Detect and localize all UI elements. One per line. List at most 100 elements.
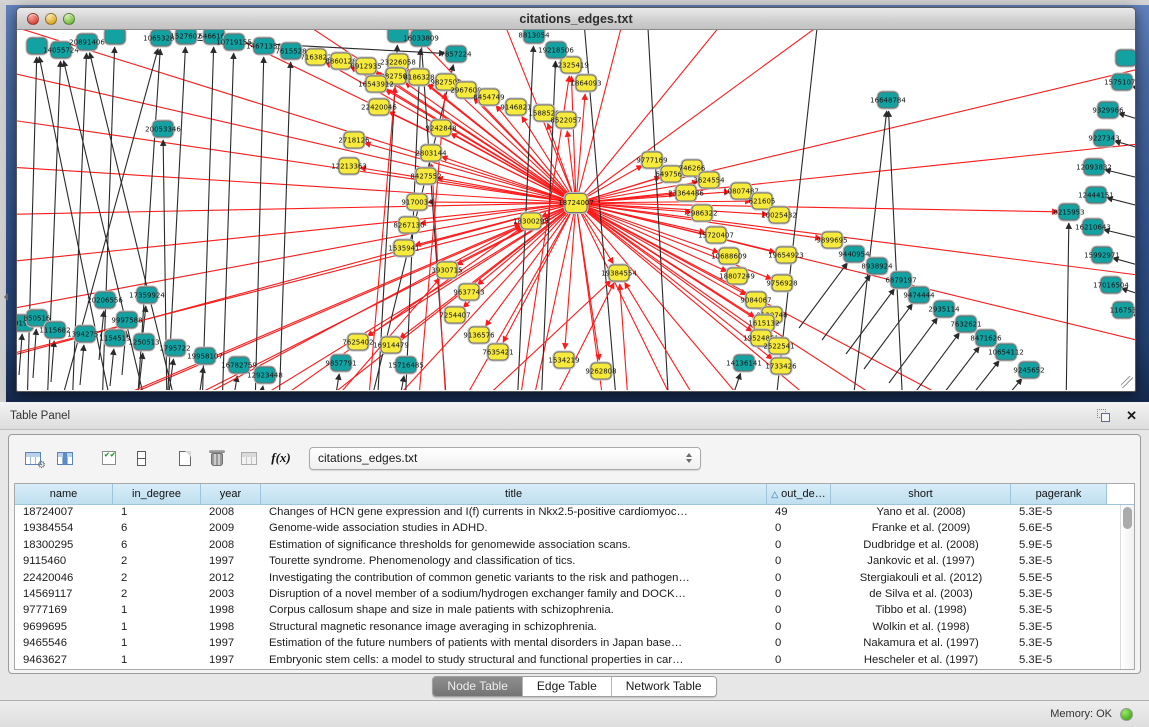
graph-node[interactable]: 9227343 — [1094, 130, 1115, 147]
graph-node[interactable]: 9084067 — [746, 292, 767, 309]
column-header-in_degree[interactable]: in_degree — [113, 484, 201, 504]
graph-node[interactable]: 12213363 — [339, 158, 360, 175]
graph-node[interactable]: 18300295 — [521, 213, 542, 230]
graph-node[interactable]: 9997588 — [117, 312, 138, 329]
graph-node[interactable]: 9440954 — [844, 246, 865, 263]
column-header-year[interactable]: year — [201, 484, 261, 504]
graph-node[interactable]: 2986322 — [692, 205, 713, 222]
table-row[interactable]: 1830029562008Estimation of significance … — [15, 538, 1134, 554]
graph-node[interactable]: 8522057 — [556, 112, 577, 129]
table-row[interactable]: 1872400712008Changes of HCN gene express… — [15, 505, 1134, 521]
graph-node[interactable]: 15751074 — [1112, 74, 1133, 91]
graph-node[interactable]: 23364486 — [676, 185, 697, 202]
graph-node[interactable]: 12444151 — [1086, 187, 1107, 204]
tab-network-table[interactable]: Network Table — [611, 677, 716, 696]
table-row[interactable]: 946362711997Embryonic stem cells: a mode… — [15, 653, 1134, 669]
table-row[interactable]: 911546021997Tourette syndrome. Phenomeno… — [15, 554, 1134, 570]
import-table-button[interactable] — [235, 444, 263, 472]
graph-node[interactable]: 13942757 — [75, 326, 96, 343]
graph-node[interactable]: 22420046 — [369, 99, 390, 116]
graph-node[interactable]: 7254407 — [445, 307, 466, 324]
graph-node[interactable]: 20206556 — [95, 292, 116, 309]
graph-node[interactable]: 1864093 — [576, 75, 597, 92]
graph-node[interactable]: 10688609 — [719, 248, 740, 265]
graph-node[interactable]: 9827505 — [386, 68, 407, 85]
graph-node[interactable] — [105, 30, 126, 45]
graph-node[interactable]: 2718126 — [344, 132, 365, 149]
scrollbar-thumb[interactable] — [1123, 507, 1132, 529]
graph-node[interactable]: 12325419 — [561, 57, 582, 74]
new-table-button[interactable] — [171, 444, 199, 472]
graph-node[interactable]: 19654923 — [776, 247, 797, 264]
graph-node[interactable]: 9242848 — [431, 120, 452, 137]
column-header-short[interactable]: short — [831, 484, 1011, 504]
graph-node[interactable]: 15716485 — [396, 357, 417, 374]
graph-node[interactable]: 9899695 — [822, 232, 843, 249]
graph-node[interactable]: 1733426 — [771, 358, 792, 375]
graph-node[interactable]: 19218506 — [546, 42, 567, 59]
graph-node[interactable]: 2803144 — [421, 145, 442, 162]
graph-node[interactable]: 15992971 — [1092, 247, 1113, 264]
graph-node[interactable]: 9756928 — [772, 275, 793, 292]
graph-node[interactable]: 8215953 — [1059, 204, 1080, 221]
float-panel-icon[interactable] — [1097, 409, 1110, 422]
graph-node[interactable]: 16782759 — [229, 357, 250, 374]
graph-node[interactable]: 1250513 — [134, 334, 155, 351]
graph-node[interactable]: 7163822 — [306, 49, 327, 66]
graph-node[interactable]: 12923448 — [255, 367, 276, 384]
graph-node[interactable]: 17359924 — [137, 287, 158, 304]
graph-node[interactable]: 1115682 — [45, 322, 66, 339]
graph-node[interactable]: 9245652 — [1019, 362, 1040, 379]
graph-node[interactable] — [388, 30, 409, 43]
graph-node[interactable]: 7632621 — [956, 316, 977, 333]
graph-node-hub[interactable]: 18724007 — [565, 193, 588, 213]
function-builder-button[interactable]: f(x) — [267, 444, 295, 472]
graph-node[interactable]: 3624554 — [699, 172, 720, 189]
graph-node[interactable]: 6466160 — [204, 30, 225, 45]
graph-node[interactable]: 2967608 — [456, 82, 477, 99]
table-settings-button[interactable] — [19, 444, 47, 472]
graph-node[interactable]: 116753 — [1113, 302, 1134, 319]
graph-node[interactable]: 8427552 — [416, 168, 437, 185]
graph-node[interactable]: 9474444 — [909, 287, 930, 304]
table-row[interactable]: 1456911722003Disruption of a novel membe… — [15, 587, 1134, 603]
window-titlebar[interactable]: citations_edges.txt — [17, 8, 1135, 30]
network-view-window[interactable]: citations_edges.txt 71638228860128891293… — [16, 7, 1136, 392]
network-table-selector[interactable]: citations_edges.txt — [309, 447, 701, 470]
graph-node[interactable]: 7625402 — [348, 334, 369, 351]
graph-node[interactable]: 1535941 — [394, 240, 415, 257]
graph-node[interactable]: 9329966 — [1098, 102, 1119, 119]
graph-node[interactable]: 9170034 — [407, 194, 428, 211]
graph-node[interactable]: 9136576 — [469, 327, 490, 344]
graph-node[interactable]: 6497568 — [661, 166, 682, 183]
graph-node[interactable]: 16543912 — [366, 76, 387, 93]
graph-node[interactable]: 20891406 — [77, 34, 98, 51]
graph-node[interactable]: 3930715 — [437, 262, 458, 279]
graph-node[interactable]: 14671358 — [254, 38, 275, 55]
graph-node[interactable]: 10025432 — [769, 207, 790, 224]
graph-node[interactable]: 10654112 — [996, 344, 1017, 361]
graph-node[interactable]: 2522541 — [769, 338, 790, 355]
graph-node[interactable]: 6879197 — [891, 272, 912, 289]
graph-node[interactable]: 8267130 — [399, 217, 420, 234]
graph-node[interactable]: 20053346 — [153, 121, 174, 138]
graph-node[interactable]: 8454749 — [479, 89, 500, 106]
graph-node[interactable]: 8912935 — [356, 58, 377, 75]
graph-node[interactable]: 7857224 — [446, 46, 467, 63]
column-visibility-button[interactable] — [51, 444, 79, 472]
graph-node[interactable]: 1534219 — [554, 352, 575, 369]
graph-node[interactable]: 10653287 — [151, 30, 172, 47]
graph-node[interactable]: 1154519 — [105, 330, 126, 347]
vertical-scrollbar[interactable] — [1120, 505, 1134, 669]
graph-node[interactable]: 9777169 — [642, 152, 663, 169]
column-header-pagerank[interactable]: pagerank — [1011, 484, 1107, 504]
graph-node[interactable]: 15720407 — [706, 227, 727, 244]
graph-node[interactable] — [27, 38, 48, 55]
graph-node[interactable]: 12093832 — [1084, 159, 1105, 176]
graph-node[interactable]: 16033809 — [411, 30, 432, 47]
row-height-button[interactable] — [127, 444, 155, 472]
graph-node[interactable]: 10807487 — [731, 183, 752, 200]
graph-node[interactable]: 9637743 — [459, 284, 480, 301]
graph-node[interactable]: 2935114 — [934, 301, 955, 318]
graph-node[interactable]: 1527602 — [176, 30, 197, 45]
